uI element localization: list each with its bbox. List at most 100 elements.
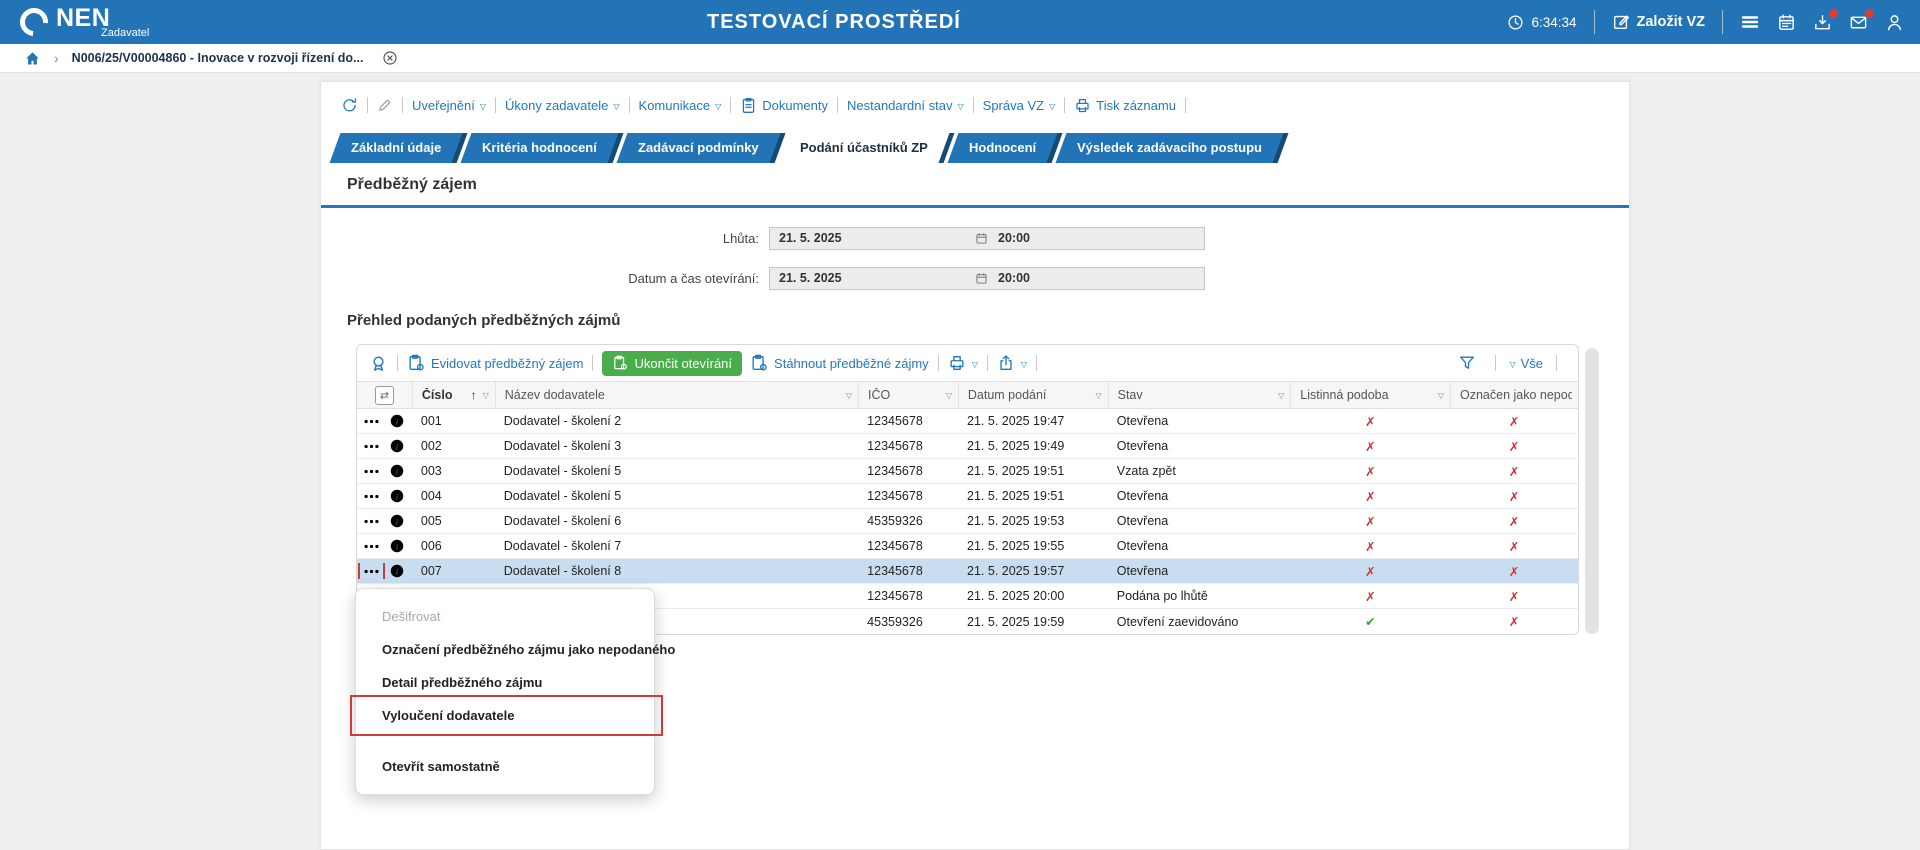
status-value: Otevřena <box>1108 514 1291 528</box>
status-value: Otevřena <box>1108 439 1291 453</box>
finish-opening-label: Ukončit otevírání <box>634 356 732 371</box>
row-menu-button[interactable] <box>361 464 382 479</box>
table-row[interactable]: i004Dodavatel - školení 51234567821. 5. … <box>357 484 1578 509</box>
toolbar-link-uverejneni[interactable]: Uveřejnění▽ <box>412 98 486 113</box>
messages-button[interactable] <box>1849 13 1868 32</box>
print-menu-button[interactable]: ▽ <box>948 354 978 372</box>
chevron-down-icon: ▽ <box>480 102 486 111</box>
table-scrollbar[interactable] <box>1585 348 1599 634</box>
info-icon[interactable]: i <box>389 513 405 529</box>
info-icon[interactable]: i <box>389 563 405 579</box>
toolbar-link-label: Komunikace <box>639 98 711 113</box>
row-menu-button[interactable] <box>361 514 382 529</box>
toolbar-link-tisk-zaznamu[interactable]: Tisk záznamu <box>1074 97 1176 114</box>
finish-opening-button[interactable]: Ukončit otevírání <box>602 351 742 376</box>
download-interests-button[interactable]: Stáhnout předběžné zájmy <box>750 354 929 372</box>
create-vz-button[interactable]: Založit VZ <box>1612 13 1705 31</box>
tab-hodnoceni[interactable]: Hodnocení <box>947 133 1062 163</box>
cross-icon: ✗ <box>1509 539 1519 554</box>
row-menu-button[interactable] <box>361 564 382 579</box>
table-row[interactable]: i006Dodavatel - školení 71234567821. 5. … <box>357 534 1578 559</box>
column-header-cislo[interactable]: Číslo↑▽ <box>412 382 495 408</box>
table-row[interactable]: i005Dodavatel - školení 64535932621. 5. … <box>357 509 1578 534</box>
row-menu-button[interactable] <box>361 439 382 454</box>
filter-all-label: Vše <box>1521 356 1543 371</box>
table-filter-controls: ▽ Vše <box>1458 354 1566 372</box>
context-menu-item-vylouceni-dodavatele[interactable]: Vyloučení dodavatele <box>356 698 654 733</box>
filter-caret-icon[interactable]: ▽ <box>483 391 489 400</box>
award-icon[interactable] <box>369 354 388 373</box>
close-tab-icon[interactable] <box>382 50 398 66</box>
context-menu-item-oznaceni-predbezneho-zajmu-jako-nepodaneho[interactable]: Označení předběžného zájmu jako nepodané… <box>356 632 654 667</box>
cross-icon: ✗ <box>1365 539 1375 554</box>
context-menu-item-detail-predbezneho-zajmu[interactable]: Detail předběžného zájmu <box>356 667 654 698</box>
paper-form-mark: ✗ <box>1290 464 1450 479</box>
table-row[interactable]: i001Dodavatel - školení 21234567821. 5. … <box>357 409 1578 434</box>
submission-date: 21. 5. 2025 19:51 <box>958 489 1108 503</box>
table-row[interactable]: i007Dodavatel - školení 81234567821. 5. … <box>357 559 1578 584</box>
ico-value: 45359326 <box>858 514 958 528</box>
submission-date: 21. 5. 2025 20:00 <box>958 589 1108 603</box>
info-icon[interactable]: i <box>389 538 405 554</box>
column-header-label: Stav <box>1118 388 1276 402</box>
main-menu-button[interactable] <box>1740 12 1760 32</box>
filter-funnel-icon[interactable] <box>1458 354 1476 372</box>
hamburger-menu-icon <box>1740 12 1760 32</box>
cross-icon: ✗ <box>1509 614 1519 629</box>
info-icon[interactable]: i <box>389 488 405 504</box>
column-header-nazev-dodavatele[interactable]: Název dodavatele▽ <box>495 382 858 408</box>
supplier-name: Dodavatel - školení 2 <box>495 414 858 428</box>
context-menu-item-otevrit-samostatne[interactable]: Otevřít samostatně <box>356 751 654 782</box>
filter-caret-icon[interactable]: ▽ <box>1278 391 1284 400</box>
cross-icon: ✗ <box>1365 439 1375 454</box>
row-menu-button[interactable] <box>361 539 382 554</box>
column-header-oznacen-jako-nepodany[interactable]: Označen jako nepodaný <box>1450 382 1578 408</box>
refresh-button[interactable] <box>341 97 358 114</box>
breadcrumb-item[interactable]: N006/25/V00004860 - Inovace v rozvoji ří… <box>72 51 364 65</box>
info-icon[interactable]: i <box>389 413 405 429</box>
calendar-button[interactable] <box>1777 13 1796 32</box>
tab-kriteria-hodnoceni[interactable]: Kritéria hodnocení <box>461 133 624 163</box>
opening-label: Datum a čas otevírání: <box>321 271 769 286</box>
column-header-listinna-podoba[interactable]: Listinná podoba▽ <box>1290 382 1450 408</box>
tab-zakladni-udaje[interactable]: Základní údaje <box>330 133 468 163</box>
toolbar-link-komunikace[interactable]: Komunikace▽ <box>639 98 722 113</box>
column-header-stav[interactable]: Stav▽ <box>1108 382 1291 408</box>
table-row[interactable]: i002Dodavatel - školení 31234567821. 5. … <box>357 434 1578 459</box>
home-icon[interactable] <box>24 50 41 67</box>
filter-caret-icon[interactable]: ▽ <box>846 391 852 400</box>
filter-all-button[interactable]: ▽ Vše <box>1509 356 1543 371</box>
export-menu-button[interactable]: ▽ <box>997 354 1027 372</box>
toolbar-link-dokumenty[interactable]: Dokumenty <box>740 97 828 114</box>
section-title: Předběžný zájem <box>347 176 477 194</box>
tab-podani-ucastniku-zp[interactable]: Podání účastníků ZP <box>778 133 954 163</box>
row-actions-cell: i <box>357 538 412 554</box>
user-profile-button[interactable] <box>1885 13 1904 32</box>
downloads-button[interactable] <box>1813 13 1832 32</box>
form-row-opening: Datum a čas otevírání: 21. 5. 2025 20:00 <box>321 266 1205 290</box>
table-row[interactable]: i003Dodavatel - školení 51234567821. 5. … <box>357 459 1578 484</box>
tab-vysledek-zadavaciho-postupu[interactable]: Výsledek zadávacího postupu <box>1055 133 1288 163</box>
filter-caret-icon[interactable]: ▽ <box>946 391 952 400</box>
row-menu-button[interactable] <box>361 489 382 504</box>
tab-zadavaci-podminky[interactable]: Zadávací podmínky <box>617 133 786 163</box>
toolbar-link-ukony-zadavatele[interactable]: Úkony zadavatele▽ <box>505 98 620 113</box>
divider <box>1064 97 1065 113</box>
filter-caret-icon[interactable]: ▽ <box>1438 391 1444 400</box>
tab-bar: Základní údajeKritéria hodnoceníZadávací… <box>335 133 1287 163</box>
marked-unsubmitted-mark: ✗ <box>1450 589 1578 604</box>
submission-date: 21. 5. 2025 19:49 <box>958 439 1108 453</box>
cross-icon: ✗ <box>1509 439 1519 454</box>
column-header-datum-podani[interactable]: Datum podání▽ <box>958 382 1108 408</box>
toolbar-link-nestandardni-stav[interactable]: Nestandardní stav▽ <box>847 98 964 113</box>
column-settings-icon[interactable]: ⇄ <box>375 386 394 405</box>
toolbar-link-label: Správa VZ <box>983 98 1044 113</box>
record-interest-button[interactable]: Evidovat předběžný zájem <box>407 354 583 372</box>
table-header-row: ⇄ Číslo↑▽Název dodavatele▽IČO▽Datum podán… <box>357 381 1578 409</box>
info-icon[interactable]: i <box>389 438 405 454</box>
row-menu-button[interactable] <box>361 414 382 429</box>
toolbar-link-sprava-vz[interactable]: Správa VZ▽ <box>983 98 1056 113</box>
info-icon[interactable]: i <box>389 463 405 479</box>
column-header-ico[interactable]: IČO▽ <box>858 382 958 408</box>
filter-caret-icon[interactable]: ▽ <box>1095 391 1101 400</box>
